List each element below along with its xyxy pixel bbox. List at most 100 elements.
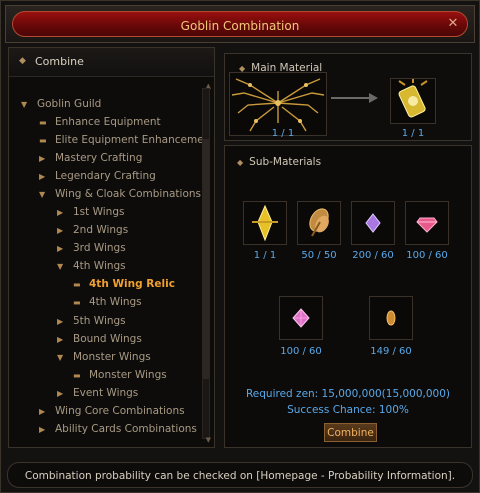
combine-header-label: Combine [35,55,84,68]
title-banner: Goblin Combination ✕ [12,11,468,37]
tree-item-label: 1st Wings [73,206,125,218]
sub-material-slot-1[interactable] [243,201,287,245]
tree-item-label: Ability Cards Combinations [55,423,197,435]
main-material-count-relic: 1 / 1 [401,128,425,139]
tree-item-label: Monster Wings [73,351,151,363]
tree-item-3rd-wings[interactable]: ▶ 3rd Wings [57,242,126,259]
tree-item-label: 2nd Wings [73,224,129,236]
required-zen: Required zen: 15,000,000(15,000,000) [245,388,450,400]
amber-seed-icon [386,310,396,326]
tree-item-label: Mastery Crafting [55,152,143,164]
tree-item-label: 4th Wing Relic [89,278,175,290]
main-material-slot-relic[interactable] [390,78,436,124]
sub-materials-label: ◆ Sub-Materials [237,156,321,168]
title-bar: Goblin Combination ✕ [5,5,475,43]
sub-material-slot-3[interactable] [351,201,395,245]
caret-right-icon: ▶ [39,407,46,416]
combine-button[interactable]: Combine [324,423,377,442]
caret-right-icon: ▶ [57,208,64,217]
caret-right-icon: ▶ [39,172,46,181]
tree-item-label: Goblin Guild [37,98,102,110]
wing-relic-icon [398,79,428,118]
combine-header: ◆ Combine [9,48,214,77]
tree-item-event-wings[interactable]: ▶ Event Wings [57,387,138,404]
golden-crystal-icon [252,204,278,242]
golden-wings-icon [231,78,325,132]
tree-item-4th-wings-sub[interactable]: ▬ 4th Wings [73,296,142,313]
tree-item-label: Bound Wings [73,333,142,345]
caret-right-icon: ▶ [57,335,64,344]
tree-item-legendary-crafting[interactable]: ▶ Legendary Crafting [39,170,156,187]
tree-item-label: Wing & Cloak Combinations [55,188,202,200]
tree-item-ability-cards[interactable]: ▶ Ability Cards Combinations [39,423,197,440]
dash-icon: ▬ [73,280,81,289]
tree-item-5th-wings[interactable]: ▶ 5th Wings [57,315,126,332]
sub-material-slot-6[interactable] [369,296,413,340]
caret-icon: ◆ [19,56,26,66]
tree-item-label: Monster Wings [89,369,167,381]
caret-right-icon: ▶ [39,154,46,163]
tree-item-label: Legendary Crafting [55,170,156,182]
pink-gem-icon [416,217,438,233]
caret-right-icon: ▶ [57,317,64,326]
purple-gem-icon [365,213,381,233]
tree-item-2nd-wings[interactable]: ▶ 2nd Wings [57,224,128,241]
tree-item-elite-equipment[interactable]: ▬ Elite Equipment Enhancemen [39,134,210,151]
tree-item-label: 4th Wings [73,260,126,272]
tree-item-4th-wing-relic[interactable]: ▬ 4th Wing Relic [73,278,175,295]
caret-down-icon: ▼ [39,190,46,199]
sub-material-count-6: 149 / 60 [370,346,412,357]
scroll-thumb[interactable] [203,139,209,379]
tree-item-label: 4th Wings [89,296,142,308]
tree-item-label: 5th Wings [73,315,126,327]
caret-down-icon: ▼ [57,353,64,362]
category-scrollbar[interactable] [202,88,210,439]
tree-item-1st-wings[interactable]: ▶ 1st Wings [57,206,124,223]
main-material-slot-wings[interactable] [229,72,327,136]
tree-item-monster-wings[interactable]: ▼ Monster Wings [57,351,151,368]
footer-notice: Combination probability can be checked o… [7,462,473,488]
dash-icon: ▬ [39,136,47,145]
caret-right-icon: ▶ [57,389,64,398]
caret-right-icon: ▶ [57,244,64,253]
tree-item-4th-wings[interactable]: ▼ 4th Wings [57,260,126,277]
caret-right-icon: ▶ [57,226,64,235]
tree-item-label: Wing Core Combinations [55,405,185,417]
dash-icon: ▬ [73,298,81,307]
tree-item-goblin-guild[interactable]: ▼ Goblin Guild [21,98,101,115]
main-material-panel: ◆ Main Material 1 / 1 1 / 1 [224,53,472,141]
sub-material-count-3: 200 / 60 [352,250,394,261]
sub-material-count-1: 1 / 1 [253,250,277,261]
tree-item-mastery-crafting[interactable]: ▶ Mastery Crafting [39,152,142,169]
dash-icon: ▬ [39,118,47,127]
close-icon[interactable]: ✕ [445,16,461,32]
sub-material-count-4: 100 / 60 [406,250,448,261]
feather-icon [309,208,329,237]
tree-item-label: Elite Equipment Enhancemen [55,134,211,146]
pink-crystal-icon [292,308,310,328]
sub-materials-panel: ◆ Sub-Materials 1 / 1 50 / 50 200 / 60 1… [224,145,472,448]
sub-material-slot-5[interactable] [279,296,323,340]
tree-item-enhance-equipment[interactable]: ▬ Enhance Equipment [39,116,161,133]
main-material-count-wings: 1 / 1 [271,128,295,139]
window-title: Goblin Combination [180,19,300,33]
tree-item-wing-cloak[interactable]: ▼ Wing & Cloak Combinations [39,188,201,205]
caret-down-icon: ▼ [21,100,28,109]
success-chance: Success Chance: 100% [287,404,409,416]
dash-icon: ▬ [73,371,81,380]
sub-material-slot-2[interactable] [297,201,341,245]
tree-item-label: Event Wings [73,387,139,399]
tree-item-label: Enhance Equipment [55,116,161,128]
caret-right-icon: ▶ [39,425,46,434]
sub-material-slot-4[interactable] [405,201,449,245]
sub-material-count-2: 50 / 50 [301,250,337,261]
tree-item-bound-wings[interactable]: ▶ Bound Wings [57,333,142,350]
scroll-down-icon[interactable]: ▼ [206,436,211,444]
caret-icon: ◆ [237,158,244,167]
combine-category-panel: ◆ Combine ▼ Goblin Guild ▬ Enhance Equipme… [8,47,215,448]
tree-item-monster-wings-sub[interactable]: ▬ Monster Wings [73,369,167,386]
caret-down-icon: ▼ [57,262,64,271]
tree-item-wing-core[interactable]: ▶ Wing Core Combinations [39,405,185,422]
arrow-right-icon [331,93,378,103]
sub-material-count-5: 100 / 60 [280,346,322,357]
